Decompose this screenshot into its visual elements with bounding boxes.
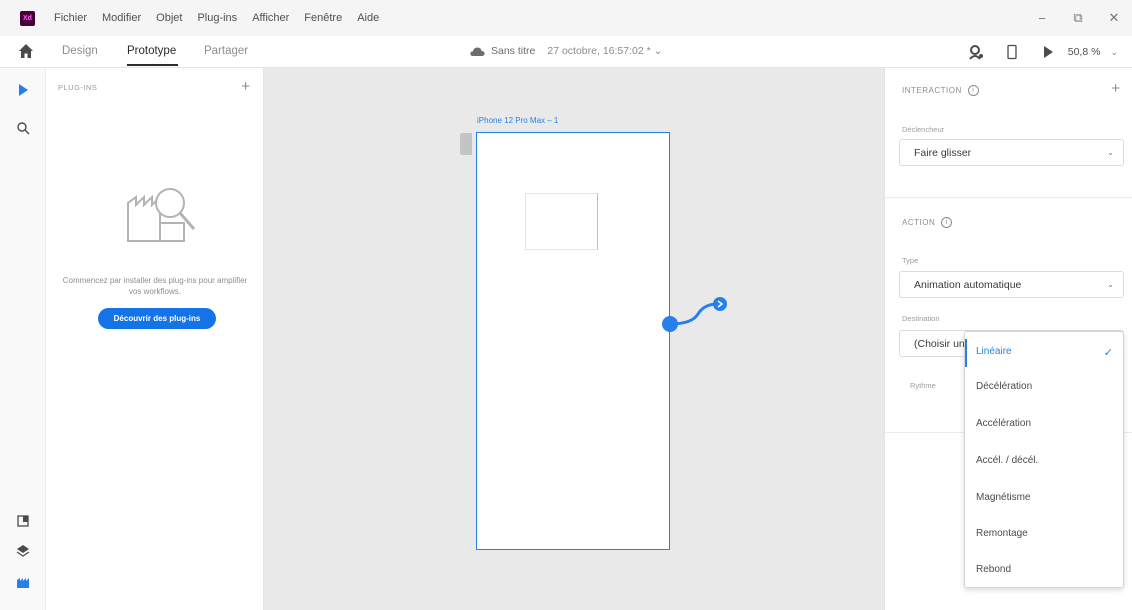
active-tab-indicator	[127, 64, 178, 66]
document-assets-icon[interactable]	[16, 514, 30, 528]
easing-option-lineaire[interactable]: Linéaire	[976, 346, 1012, 357]
plugins-panel-title: PLUG-INS	[58, 83, 98, 92]
window-controls: − ⧉ ✕	[1024, 0, 1132, 36]
artboard-label[interactable]: iPhone 12 Pro Max – 1	[477, 116, 558, 125]
share-user-icon[interactable]	[968, 44, 984, 60]
easing-option-deceleration[interactable]: Décélération	[976, 381, 1032, 392]
type-value: Animation automatique	[914, 278, 1022, 291]
tab-design[interactable]: Design	[62, 45, 98, 57]
toolbar: Design Prototype Partager Sans titre 27 …	[0, 36, 1132, 68]
easing-option-rebond[interactable]: Rebond	[976, 564, 1011, 575]
menu-bar: Xd Fichier Modifier Objet Plug-ins Affic…	[0, 0, 1132, 36]
add-interaction-button[interactable]: +	[1111, 80, 1120, 97]
zoom-search-icon[interactable]	[16, 121, 30, 135]
destination-label: Destination	[902, 314, 940, 323]
easing-option-magnetisme[interactable]: Magnétisme	[976, 492, 1030, 503]
easing-dropdown-menu: Linéaire ✓ Décélération Accélération Acc…	[964, 331, 1124, 588]
menu-fenetre[interactable]: Fenêtre	[304, 12, 342, 24]
trigger-label: Déclencheur	[902, 125, 945, 134]
section-divider	[885, 197, 1132, 198]
zoom-level[interactable]: 50,8 %	[1068, 46, 1101, 58]
plugins-add-button[interactable]: +	[241, 78, 250, 95]
document-name: Sans titre	[491, 45, 536, 57]
easing-option-accel-decel[interactable]: Accél. / décél.	[976, 455, 1038, 466]
interaction-section-title: INTERACTION i	[902, 85, 979, 96]
plugins-icon[interactable]	[16, 575, 30, 589]
tool-rail	[0, 68, 46, 610]
layers-icon[interactable]	[16, 544, 30, 558]
type-label: Type	[902, 256, 919, 265]
menu-plugins[interactable]: Plug-ins	[197, 12, 237, 24]
menu-fichier[interactable]: Fichier	[54, 12, 87, 24]
xd-logo: Xd	[20, 10, 35, 26]
interaction-title-text: INTERACTION	[902, 86, 962, 95]
minimize-button[interactable]: −	[1024, 0, 1060, 36]
type-select[interactable]: Animation automatique ⌄	[899, 271, 1124, 298]
close-button[interactable]: ✕	[1096, 0, 1132, 36]
interaction-wire[interactable]	[662, 294, 732, 334]
zoom-chevron-icon[interactable]: ⌄	[1110, 47, 1118, 58]
plugins-empty-text: Commencez par installer des plug-ins pou…	[62, 276, 248, 296]
select-arrow-icon[interactable]	[16, 83, 30, 97]
chevron-down-icon: ⌄	[1107, 280, 1114, 289]
info-icon[interactable]: i	[967, 85, 979, 96]
trigger-value: Faire glisser	[914, 146, 972, 159]
plugins-panel: PLUG-INS + Commencez par installer des p…	[46, 68, 264, 610]
plugins-search-illustration	[127, 188, 196, 242]
trigger-select[interactable]: Faire glisser ⌄	[899, 139, 1124, 166]
home-artboard-icon[interactable]	[460, 133, 472, 155]
play-icon[interactable]	[1040, 44, 1056, 60]
action-title-text: ACTION	[902, 218, 936, 227]
wire-arrow-icon	[713, 297, 727, 311]
menu-objet[interactable]: Objet	[156, 12, 182, 24]
chevron-down-icon: ⌄	[1107, 148, 1114, 157]
rectangle-shape[interactable]	[525, 193, 598, 250]
tab-partager[interactable]: Partager	[204, 45, 248, 57]
maximize-button[interactable]: ⧉	[1060, 0, 1096, 36]
cloud-icon	[470, 47, 485, 56]
home-icon[interactable]	[18, 43, 34, 59]
info-icon[interactable]: i	[941, 217, 953, 228]
easing-option-acceleration[interactable]: Accélération	[976, 418, 1031, 429]
tab-prototype[interactable]: Prototype	[127, 45, 176, 57]
document-title[interactable]: Sans titre 27 octobre, 16:57:02 * ⌄	[470, 45, 662, 57]
device-preview-icon[interactable]	[1004, 44, 1020, 60]
menu-afficher[interactable]: Afficher	[252, 12, 289, 24]
checkmark-icon: ✓	[1103, 347, 1113, 359]
menu-aide[interactable]: Aide	[357, 12, 379, 24]
artboard[interactable]	[476, 132, 670, 550]
discover-plugins-button[interactable]: Découvrir des plug-ins	[98, 308, 216, 329]
easing-option-remontage[interactable]: Remontage	[976, 528, 1028, 539]
destination-value: (Choisir un	[914, 337, 965, 350]
toolbar-right: 50,8 % ⌄	[958, 36, 1132, 68]
menu-modifier[interactable]: Modifier	[102, 12, 141, 24]
selection-indicator	[965, 339, 967, 367]
easing-label: Rythme	[910, 381, 936, 390]
canvas[interactable]: iPhone 12 Pro Max – 1	[264, 68, 884, 610]
document-date: 27 octobre, 16:57:02 * ⌄	[547, 45, 663, 57]
action-section-title: ACTION i	[902, 217, 953, 228]
